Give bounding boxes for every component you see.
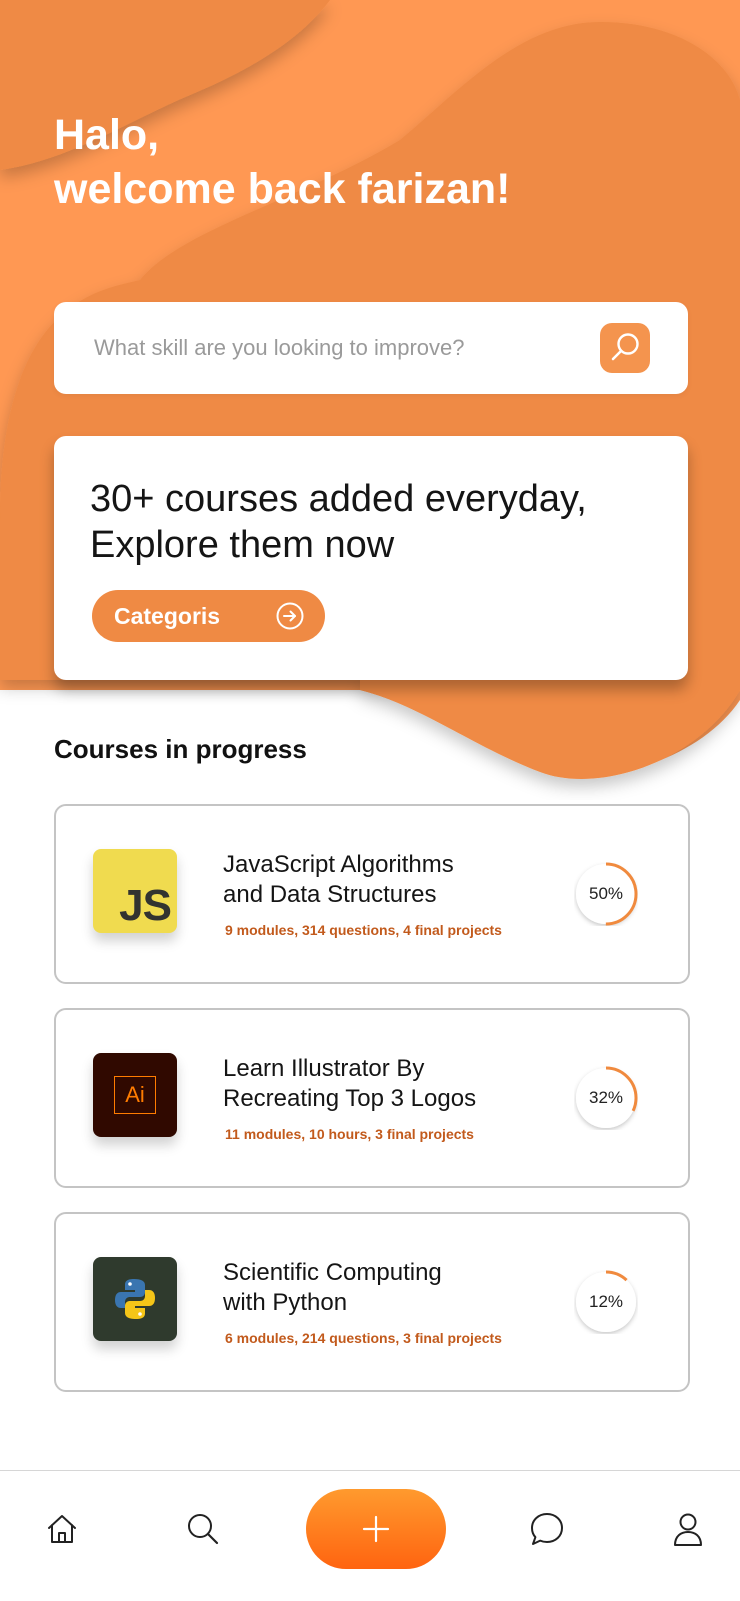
- course-title-line-2: Recreating Top 3 Logos: [223, 1085, 477, 1112]
- progress-ring: 32%: [574, 1066, 638, 1130]
- search-bar[interactable]: What skill are you looking to improve?: [54, 302, 688, 394]
- course-title: JavaScript Algorithms and Data Structure…: [223, 850, 533, 910]
- promo-text: 30+ courses added everyday, Explore them…: [90, 476, 587, 568]
- nav-home-button[interactable]: [42, 1509, 82, 1549]
- promo-line-1: 30+ courses added everyday,: [90, 478, 587, 520]
- course-title-line-2: with Python: [223, 1289, 348, 1316]
- categories-button[interactable]: Categoris: [92, 590, 325, 642]
- add-icon: [362, 1515, 390, 1543]
- course-card[interactable]: JS JavaScript Algorithms and Data Struct…: [54, 804, 690, 984]
- categories-button-label: Categoris: [114, 602, 221, 629]
- search-icon: [611, 333, 639, 361]
- course-title-line-1: Scientific Computing: [223, 1259, 442, 1286]
- search-icon: [188, 1514, 219, 1545]
- course-title: Learn Illustrator By Recreating Top 3 Lo…: [223, 1054, 533, 1114]
- course-title-line-1: Learn Illustrator By: [223, 1055, 425, 1082]
- course-card[interactable]: Ai Learn Illustrator By Recreating Top 3…: [54, 1008, 690, 1188]
- progress-ring: 12%: [574, 1270, 638, 1334]
- illustrator-logo-icon: Ai: [93, 1053, 177, 1137]
- course-title-line-2: and Data Structures: [223, 881, 437, 908]
- course-card[interactable]: Scientific Computing with Python 6 modul…: [54, 1212, 690, 1392]
- welcome-heading: Halo, welcome back farizan!: [54, 108, 510, 216]
- search-input[interactable]: What skill are you looking to improve?: [94, 335, 600, 361]
- nav-profile-button[interactable]: [668, 1509, 708, 1549]
- bottom-nav: [0, 1470, 740, 1601]
- chat-icon: [531, 1513, 563, 1545]
- python-logo-icon: [93, 1257, 177, 1341]
- javascript-logo-icon: JS: [93, 849, 177, 933]
- course-meta: 9 modules, 314 questions, 4 final projec…: [225, 922, 502, 938]
- progress-label: 12%: [588, 1292, 624, 1311]
- course-title-line-1: JavaScript Algorithms: [223, 851, 454, 878]
- js-logo-text: JS: [119, 881, 172, 930]
- nav-chat-button[interactable]: [527, 1509, 567, 1549]
- course-title: Scientific Computing with Python: [223, 1258, 533, 1318]
- nav-search-button[interactable]: [183, 1509, 223, 1549]
- course-meta: 11 modules, 10 hours, 3 final projects: [225, 1126, 474, 1142]
- progress-label: 32%: [588, 1088, 624, 1107]
- arrow-right-circle-icon: [275, 601, 305, 631]
- search-button[interactable]: [600, 323, 650, 373]
- profile-icon: [674, 1513, 702, 1546]
- course-meta: 6 modules, 214 questions, 3 final projec…: [225, 1330, 502, 1346]
- progress-ring: 50%: [574, 862, 638, 926]
- promo-card: 30+ courses added everyday, Explore them…: [54, 436, 688, 680]
- nav-add-button[interactable]: [306, 1489, 446, 1569]
- greeting-line-1: Halo,: [54, 111, 160, 159]
- ai-logo-text: Ai: [125, 1082, 145, 1107]
- home-icon: [48, 1515, 76, 1543]
- greeting-line-2: welcome back farizan!: [54, 165, 511, 213]
- progress-label: 50%: [588, 884, 624, 903]
- promo-line-2: Explore them now: [90, 524, 395, 566]
- ai-logo-frame: Ai: [114, 1076, 156, 1114]
- section-title: Courses in progress: [54, 734, 307, 764]
